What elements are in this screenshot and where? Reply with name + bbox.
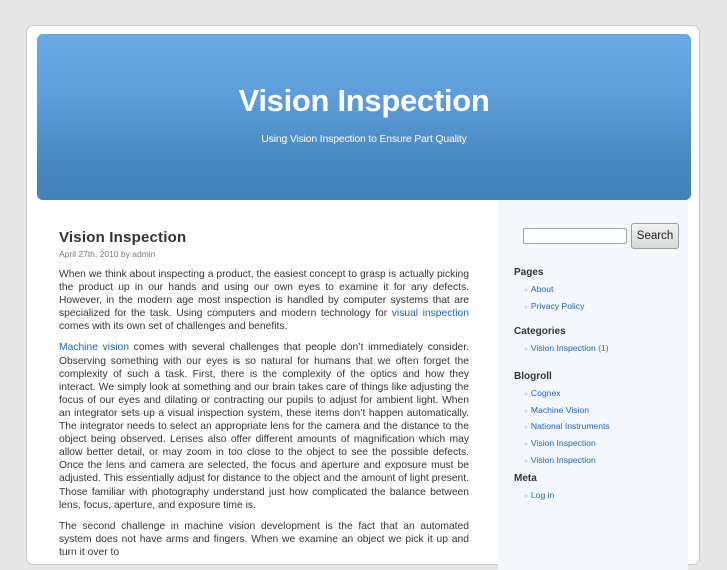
bullet-icon: » <box>524 287 528 294</box>
page-link-about[interactable]: About <box>531 284 553 294</box>
widget-blogroll: Blogroll » Cognex » Machine Vision » Nation… <box>514 371 684 470</box>
widget-pages: Pages » About » Privacy Policy <box>514 267 684 315</box>
widget-title: Blogroll <box>514 371 552 382</box>
list-item: » Vision Inspection (1) <box>524 341 684 358</box>
paragraph-text: comes with its own set of challenges and… <box>59 321 288 333</box>
post-paragraph: When we think about inspecting a product… <box>59 268 469 333</box>
bullet-icon: » <box>524 407 528 415</box>
category-link-vision-inspection[interactable]: Vision Inspection <box>531 343 596 353</box>
blog-description: Using Vision Inspection to Ensure Part Q… <box>261 133 467 145</box>
post-paragraph: The second challenge in machine vision d… <box>59 520 469 559</box>
list-item: » Log in <box>524 488 684 505</box>
bullet-icon: » <box>524 457 528 465</box>
blogroll-link-national-instruments[interactable]: National Instruments <box>531 421 610 431</box>
list-item: » Privacy Policy <box>524 299 684 316</box>
post-title[interactable]: Vision Inspection <box>59 229 469 246</box>
site-header: Vision Inspection Using Vision Inspectio… <box>37 34 691 200</box>
visual-inspection-link[interactable]: visual inspection <box>392 308 469 319</box>
category-count: (1) <box>598 343 609 353</box>
bullet-icon: » <box>524 493 528 500</box>
post-meta: April 27th, 2010 by admin <box>59 249 156 259</box>
blogroll-link-vision-inspection-2[interactable]: Vision Inspection <box>531 455 596 465</box>
list-item: » National Instruments <box>524 419 684 436</box>
blogroll-link-cognex[interactable]: Cognex <box>531 388 561 398</box>
widget-title: Categories <box>514 326 566 337</box>
bullet-icon: » <box>524 346 528 353</box>
bullet-icon: » <box>524 424 528 432</box>
main-content: Vision Inspection April 27th, 2010 by ad… <box>59 229 469 559</box>
bullet-icon: » <box>524 391 528 398</box>
paragraph-text: The second challenge in machine vision d… <box>59 520 469 558</box>
sidebar: Search Pages » About » Privacy Policy Cate… <box>498 200 688 570</box>
page-container: Vision Inspection Using Vision Inspectio… <box>26 25 700 570</box>
blogroll-link-machine-vision[interactable]: Machine Vision <box>531 405 589 415</box>
bullet-icon: » <box>524 441 528 449</box>
list-item: » Vision Inspection <box>524 453 684 470</box>
bullet-icon: » <box>524 303 528 311</box>
list-item: » About <box>524 282 684 299</box>
post-paragraph: Machine vision comes with several challe… <box>59 341 469 511</box>
blogroll-link-vision-inspection[interactable]: Vision Inspection <box>531 438 596 448</box>
list-item: » Cognex <box>524 386 684 403</box>
list-item: » Vision Inspection <box>524 436 684 453</box>
page-link-privacy-policy[interactable]: Privacy Policy <box>531 301 584 311</box>
blog-title-link[interactable]: Vision Inspection <box>37 83 691 119</box>
widget-title: Pages <box>514 267 544 278</box>
search-button[interactable]: Search <box>631 223 679 249</box>
paragraph-text: comes with several challenges that peopl… <box>59 342 470 511</box>
widget-title: Meta <box>514 473 537 484</box>
list-item: » Machine Vision <box>524 403 684 420</box>
widget-meta: Meta » Log in <box>514 473 684 505</box>
widget-categories: Categories » Vision Inspection (1) <box>514 326 684 358</box>
machine-vision-link[interactable]: Machine vision <box>59 342 129 353</box>
login-link[interactable]: Log in <box>531 490 554 500</box>
search-input[interactable] <box>523 228 627 244</box>
